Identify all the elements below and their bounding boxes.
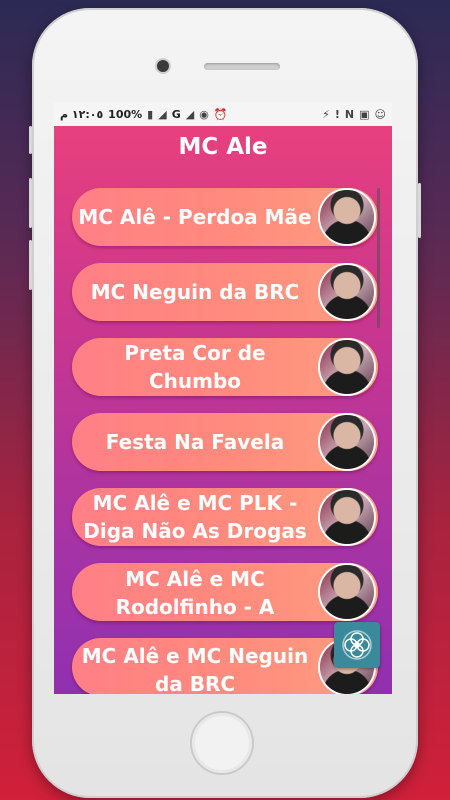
scrollbar[interactable] — [377, 188, 380, 328]
list-item-label: MC Alê e MC PLK - Diga Não As Drogas — [83, 491, 307, 543]
list-item-label: MC Alê - Perdoa Mãe — [78, 205, 312, 229]
list-item[interactable]: Preta Cor de Chumbo — [72, 338, 378, 396]
alarm-icon: ⏰ — [213, 107, 228, 121]
avatar — [320, 265, 374, 319]
list-item-label: Festa Na Favela — [105, 430, 285, 454]
list-item[interactable]: MC Neguin da BRC — [72, 263, 378, 321]
flash-icon: ⚡ — [322, 107, 330, 121]
avatar — [320, 565, 374, 619]
screen: ١٢:٠٥ م 100% ▮ ◢ G ◢ ◉ ⏰ ⚡ ! N ▣ ☺ MC Al… — [54, 102, 392, 694]
list-item[interactable]: MC Alê e MC Neguin da BRC — [72, 638, 378, 694]
list-item-label: MC Alê e MC Neguin da BRC — [81, 644, 309, 694]
list-item-label: Preta Cor de Chumbo — [124, 341, 266, 393]
avatar — [320, 490, 374, 544]
list-item[interactable]: MC Alê e MC Rodolfinho - A — [72, 563, 378, 621]
avatar — [320, 415, 374, 469]
signal-icon: ◢ — [158, 107, 167, 121]
list-item[interactable]: MC Alê - Perdoa Mãe — [72, 188, 378, 246]
app-content: MC Ale MC Alê - Perdoa Mãe MC Neguin da … — [54, 126, 392, 694]
mute-switch — [29, 126, 32, 154]
song-list[interactable]: MC Alê - Perdoa Mãe MC Neguin da BRC Pre… — [54, 182, 392, 694]
avatar — [320, 340, 374, 394]
nfc-icon: N — [344, 107, 355, 121]
wifi-icon: ◉ — [199, 107, 209, 121]
battery-percent: 100% — [108, 107, 143, 121]
image-icon: ▣ — [359, 107, 370, 121]
list-item[interactable]: Festa Na Favela — [72, 413, 378, 471]
volume-up-button — [29, 178, 32, 228]
notification-icon: ! — [334, 107, 340, 121]
signal-icon: ◢ — [185, 107, 195, 121]
app-title: MC Ale — [178, 134, 268, 160]
clock: ١٢:٠٥ م — [60, 107, 104, 121]
volume-down-button — [29, 240, 32, 290]
home-button[interactable] — [192, 713, 252, 773]
network-type: G — [171, 107, 181, 121]
flower-icon[interactable] — [334, 622, 380, 668]
chat-icon: ☺ — [374, 107, 386, 121]
avatar — [320, 190, 374, 244]
list-item-label: MC Alê e MC Rodolfinho - A — [115, 567, 275, 619]
list-item-label: MC Neguin da BRC — [90, 280, 300, 304]
earpiece-speaker — [204, 63, 280, 70]
power-button — [418, 183, 421, 238]
list-item[interactable]: MC Alê e MC PLK - Diga Não As Drogas — [72, 488, 378, 546]
status-bar: ١٢:٠٥ م 100% ▮ ◢ G ◢ ◉ ⏰ ⚡ ! N ▣ ☺ — [54, 102, 392, 126]
battery-icon: ▮ — [147, 107, 154, 121]
front-camera — [157, 60, 169, 72]
